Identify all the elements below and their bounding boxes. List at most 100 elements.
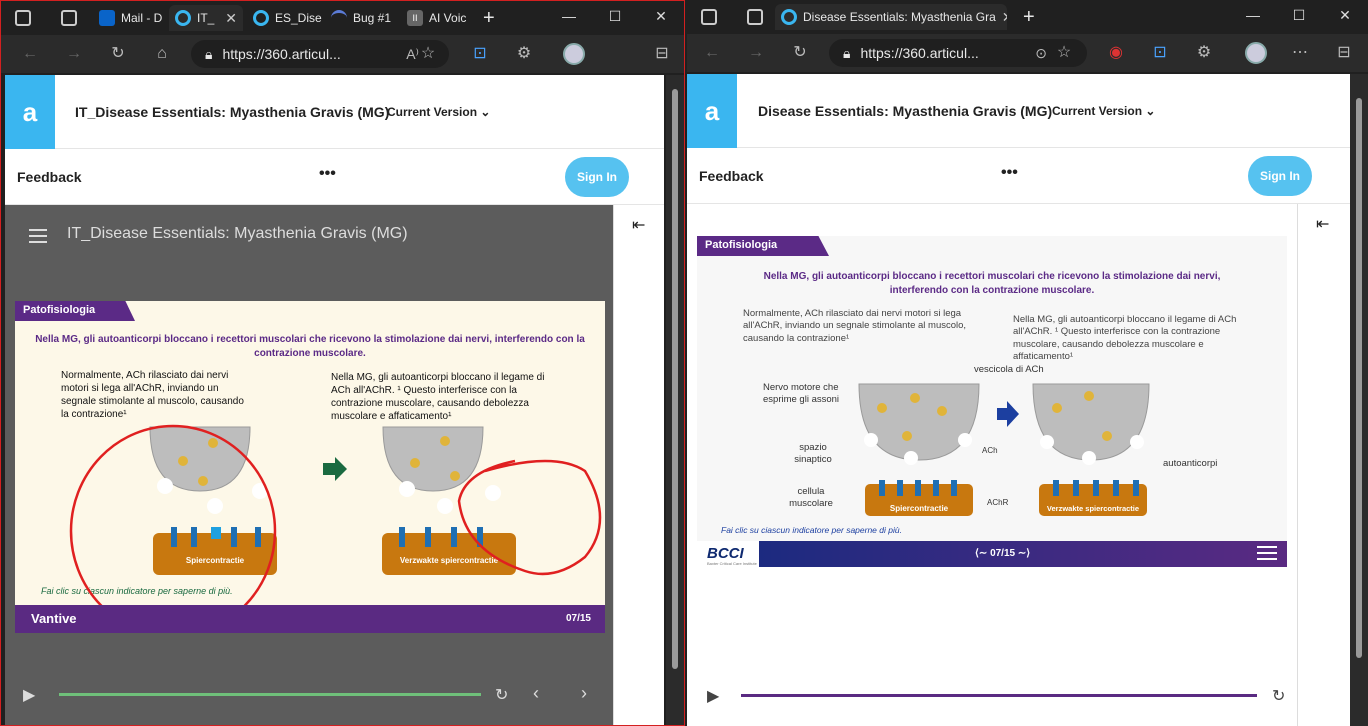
progress-bar[interactable] bbox=[59, 693, 481, 696]
more-options-icon[interactable]: ⊙ bbox=[1035, 45, 1047, 62]
collapse-sidebar-icon[interactable]: ⇤ bbox=[632, 215, 645, 235]
url-field[interactable]: 🔒︎ https://360.articul... A⁾ bbox=[191, 40, 449, 68]
articulate-logo[interactable]: a bbox=[5, 75, 55, 149]
version-label: Current Version bbox=[387, 105, 478, 119]
next-slide-icon[interactable]: › bbox=[581, 683, 587, 704]
slide: Patofisiologia Nella MG, gli autoanticor… bbox=[697, 236, 1287, 569]
forward-icon[interactable]: → bbox=[63, 43, 85, 65]
tab-label: Mail - D bbox=[121, 11, 163, 25]
tab-actions-button[interactable] bbox=[9, 5, 39, 31]
sidebar-toggle-icon[interactable]: ⊟ bbox=[1333, 42, 1355, 64]
close-window-icon[interactable]: ✕ bbox=[1322, 7, 1368, 24]
slide-hint: Fai clic su ciascun indicatore per saper… bbox=[41, 586, 233, 596]
tab-bug[interactable]: Bug #1 bbox=[325, 5, 397, 31]
close-window-icon[interactable]: ✕ bbox=[638, 8, 684, 25]
back-icon[interactable]: ← bbox=[701, 42, 723, 64]
bug-icon bbox=[331, 10, 347, 26]
tab-ai-voice[interactable]: II AI Voic bbox=[401, 5, 473, 31]
refresh-icon[interactable]: ↻ bbox=[789, 42, 811, 64]
slide-footer: BCCI Baxter Critical Care Institute ⟨∼ 0… bbox=[697, 541, 1287, 569]
play-icon[interactable]: ▶ bbox=[23, 685, 35, 705]
slide-nav-bar: ⟨∼ 07/15 ∼⟩ bbox=[759, 541, 1287, 567]
outline-panel: ⇤ bbox=[613, 205, 663, 725]
synapse-diagram[interactable]: Spiercontractie Verzwakte spiercontracti… bbox=[697, 236, 1287, 569]
new-tab-button[interactable]: + bbox=[477, 5, 507, 31]
page-indicator: 07/15 bbox=[565, 613, 591, 624]
forward-icon[interactable]: → bbox=[745, 42, 767, 64]
version-label: Current Version bbox=[1052, 104, 1143, 118]
minimize-icon[interactable]: — bbox=[546, 8, 592, 24]
progress-bar[interactable] bbox=[741, 694, 1257, 697]
replay-icon[interactable]: ↻ bbox=[495, 685, 508, 705]
tab-label: Disease Essentials: Myasthenia Gra bbox=[803, 10, 996, 24]
course-player: Patofisiologia Nella MG, gli autoanticor… bbox=[687, 204, 1297, 726]
close-tab-icon[interactable]: ✕ bbox=[225, 10, 237, 27]
app-title: Disease Essentials: Myasthenia Gravis (M… bbox=[758, 103, 1053, 119]
extension-icon[interactable]: ◉ bbox=[1105, 42, 1127, 64]
prev-slide-icon[interactable]: ‹ bbox=[533, 683, 539, 704]
page-scrollbar[interactable] bbox=[666, 75, 684, 725]
play-icon[interactable]: ▶ bbox=[707, 686, 719, 706]
more-menu-icon[interactable]: ⋯ bbox=[1289, 42, 1311, 64]
tab-mail[interactable]: Mail - D bbox=[93, 5, 165, 31]
page-scrollbar[interactable] bbox=[1350, 74, 1368, 726]
favorite-icon[interactable]: ☆ bbox=[417, 43, 439, 65]
version-dropdown[interactable]: Current Version ⌄ bbox=[1052, 104, 1155, 118]
replay-icon[interactable]: ↻ bbox=[1272, 686, 1285, 706]
collapse-sidebar-icon[interactable]: ⇤ bbox=[1316, 214, 1329, 234]
footer-subtitle: Baxter Critical Care Institute bbox=[707, 561, 757, 566]
url-text: https://360.articul... bbox=[860, 45, 979, 61]
footer-brand: Vantive bbox=[31, 611, 77, 626]
player-title: IT_Disease Essentials: Myasthenia Gravis… bbox=[67, 225, 408, 242]
page-content: a Disease Essentials: Myasthenia Gravis … bbox=[687, 74, 1350, 726]
feedback-bar: Feedback ••• Sign In bbox=[5, 149, 664, 205]
version-dropdown[interactable]: Current Version ⌄ bbox=[387, 105, 490, 119]
synapse-diagram[interactable]: Spiercontractie Verzwakte spiercontracti… bbox=[15, 301, 605, 633]
more-menu-button[interactable]: ••• bbox=[1001, 164, 1018, 182]
sign-in-button[interactable]: Sign In bbox=[1248, 156, 1312, 196]
lock-icon: 🔒︎ bbox=[843, 44, 851, 61]
profile-avatar[interactable] bbox=[1245, 42, 1267, 64]
more-menu-button[interactable]: ••• bbox=[319, 165, 336, 183]
chevron-down-icon: ⌄ bbox=[480, 105, 491, 119]
sign-in-button[interactable]: Sign In bbox=[565, 157, 629, 197]
minimize-icon[interactable]: — bbox=[1230, 7, 1276, 23]
address-bar-row: ← → ↻ ⌂ 🔒︎ https://360.articul... A⁾ ☆ ⊡… bbox=[1, 35, 684, 73]
tab-label: AI Voic bbox=[429, 11, 467, 25]
url-field[interactable]: 🔒︎ https://360.articul... ⊙ bbox=[829, 39, 1087, 67]
tab-disease-essentials[interactable]: Disease Essentials: Myasthenia Gra ✕ bbox=[775, 4, 1007, 30]
tab-actions-icon bbox=[701, 9, 717, 25]
tab-actions-button[interactable] bbox=[695, 4, 725, 30]
menu-icon[interactable] bbox=[29, 229, 47, 243]
slide-menu-icon[interactable] bbox=[1257, 546, 1277, 560]
screenshot-icon[interactable]: ⊡ bbox=[1149, 42, 1171, 64]
tab-es-disease[interactable]: ES_Dise bbox=[247, 5, 323, 31]
outline-panel: ⇤ bbox=[1297, 204, 1347, 726]
maximize-icon[interactable]: ☐ bbox=[592, 8, 638, 25]
close-tab-icon[interactable]: ✕ bbox=[1002, 9, 1007, 26]
arrow-right-icon bbox=[323, 457, 347, 481]
back-icon[interactable]: ← bbox=[19, 43, 41, 65]
feedback-link[interactable]: Feedback bbox=[699, 168, 764, 184]
tab-list-button[interactable] bbox=[55, 5, 85, 31]
tab-it-disease[interactable]: IT_ ✕ bbox=[169, 5, 243, 31]
sidebar-toggle-icon[interactable]: ⊟ bbox=[651, 43, 673, 65]
app-header: a Disease Essentials: Myasthenia Gravis … bbox=[687, 74, 1350, 148]
profile-avatar[interactable] bbox=[563, 43, 585, 65]
outlook-icon bbox=[99, 10, 115, 26]
app-header: a IT_Disease Essentials: Myasthenia Grav… bbox=[5, 75, 664, 149]
feedback-link[interactable]: Feedback bbox=[17, 169, 82, 185]
extensions-icon[interactable]: ⚙ bbox=[1193, 42, 1215, 64]
slide-footer: Vantive 07/15 bbox=[15, 605, 605, 633]
favorite-icon[interactable]: ☆ bbox=[1053, 42, 1075, 64]
home-icon[interactable]: ⌂ bbox=[151, 43, 173, 65]
tab-label: Bug #1 bbox=[353, 11, 392, 25]
tab-list-button[interactable] bbox=[741, 4, 771, 30]
articulate-logo[interactable]: a bbox=[687, 74, 737, 148]
new-tab-button[interactable]: + bbox=[1017, 4, 1047, 30]
extensions-icon[interactable]: ⚙ bbox=[513, 43, 535, 65]
address-bar-row: ← → ↻ ⌂ 🔒︎ https://360.articul... ⊙ ☆ ◉ … bbox=[687, 34, 1368, 72]
maximize-icon[interactable]: ☐ bbox=[1276, 7, 1322, 24]
screenshot-icon[interactable]: ⊡ bbox=[469, 43, 491, 65]
refresh-icon[interactable]: ↻ bbox=[107, 43, 129, 65]
